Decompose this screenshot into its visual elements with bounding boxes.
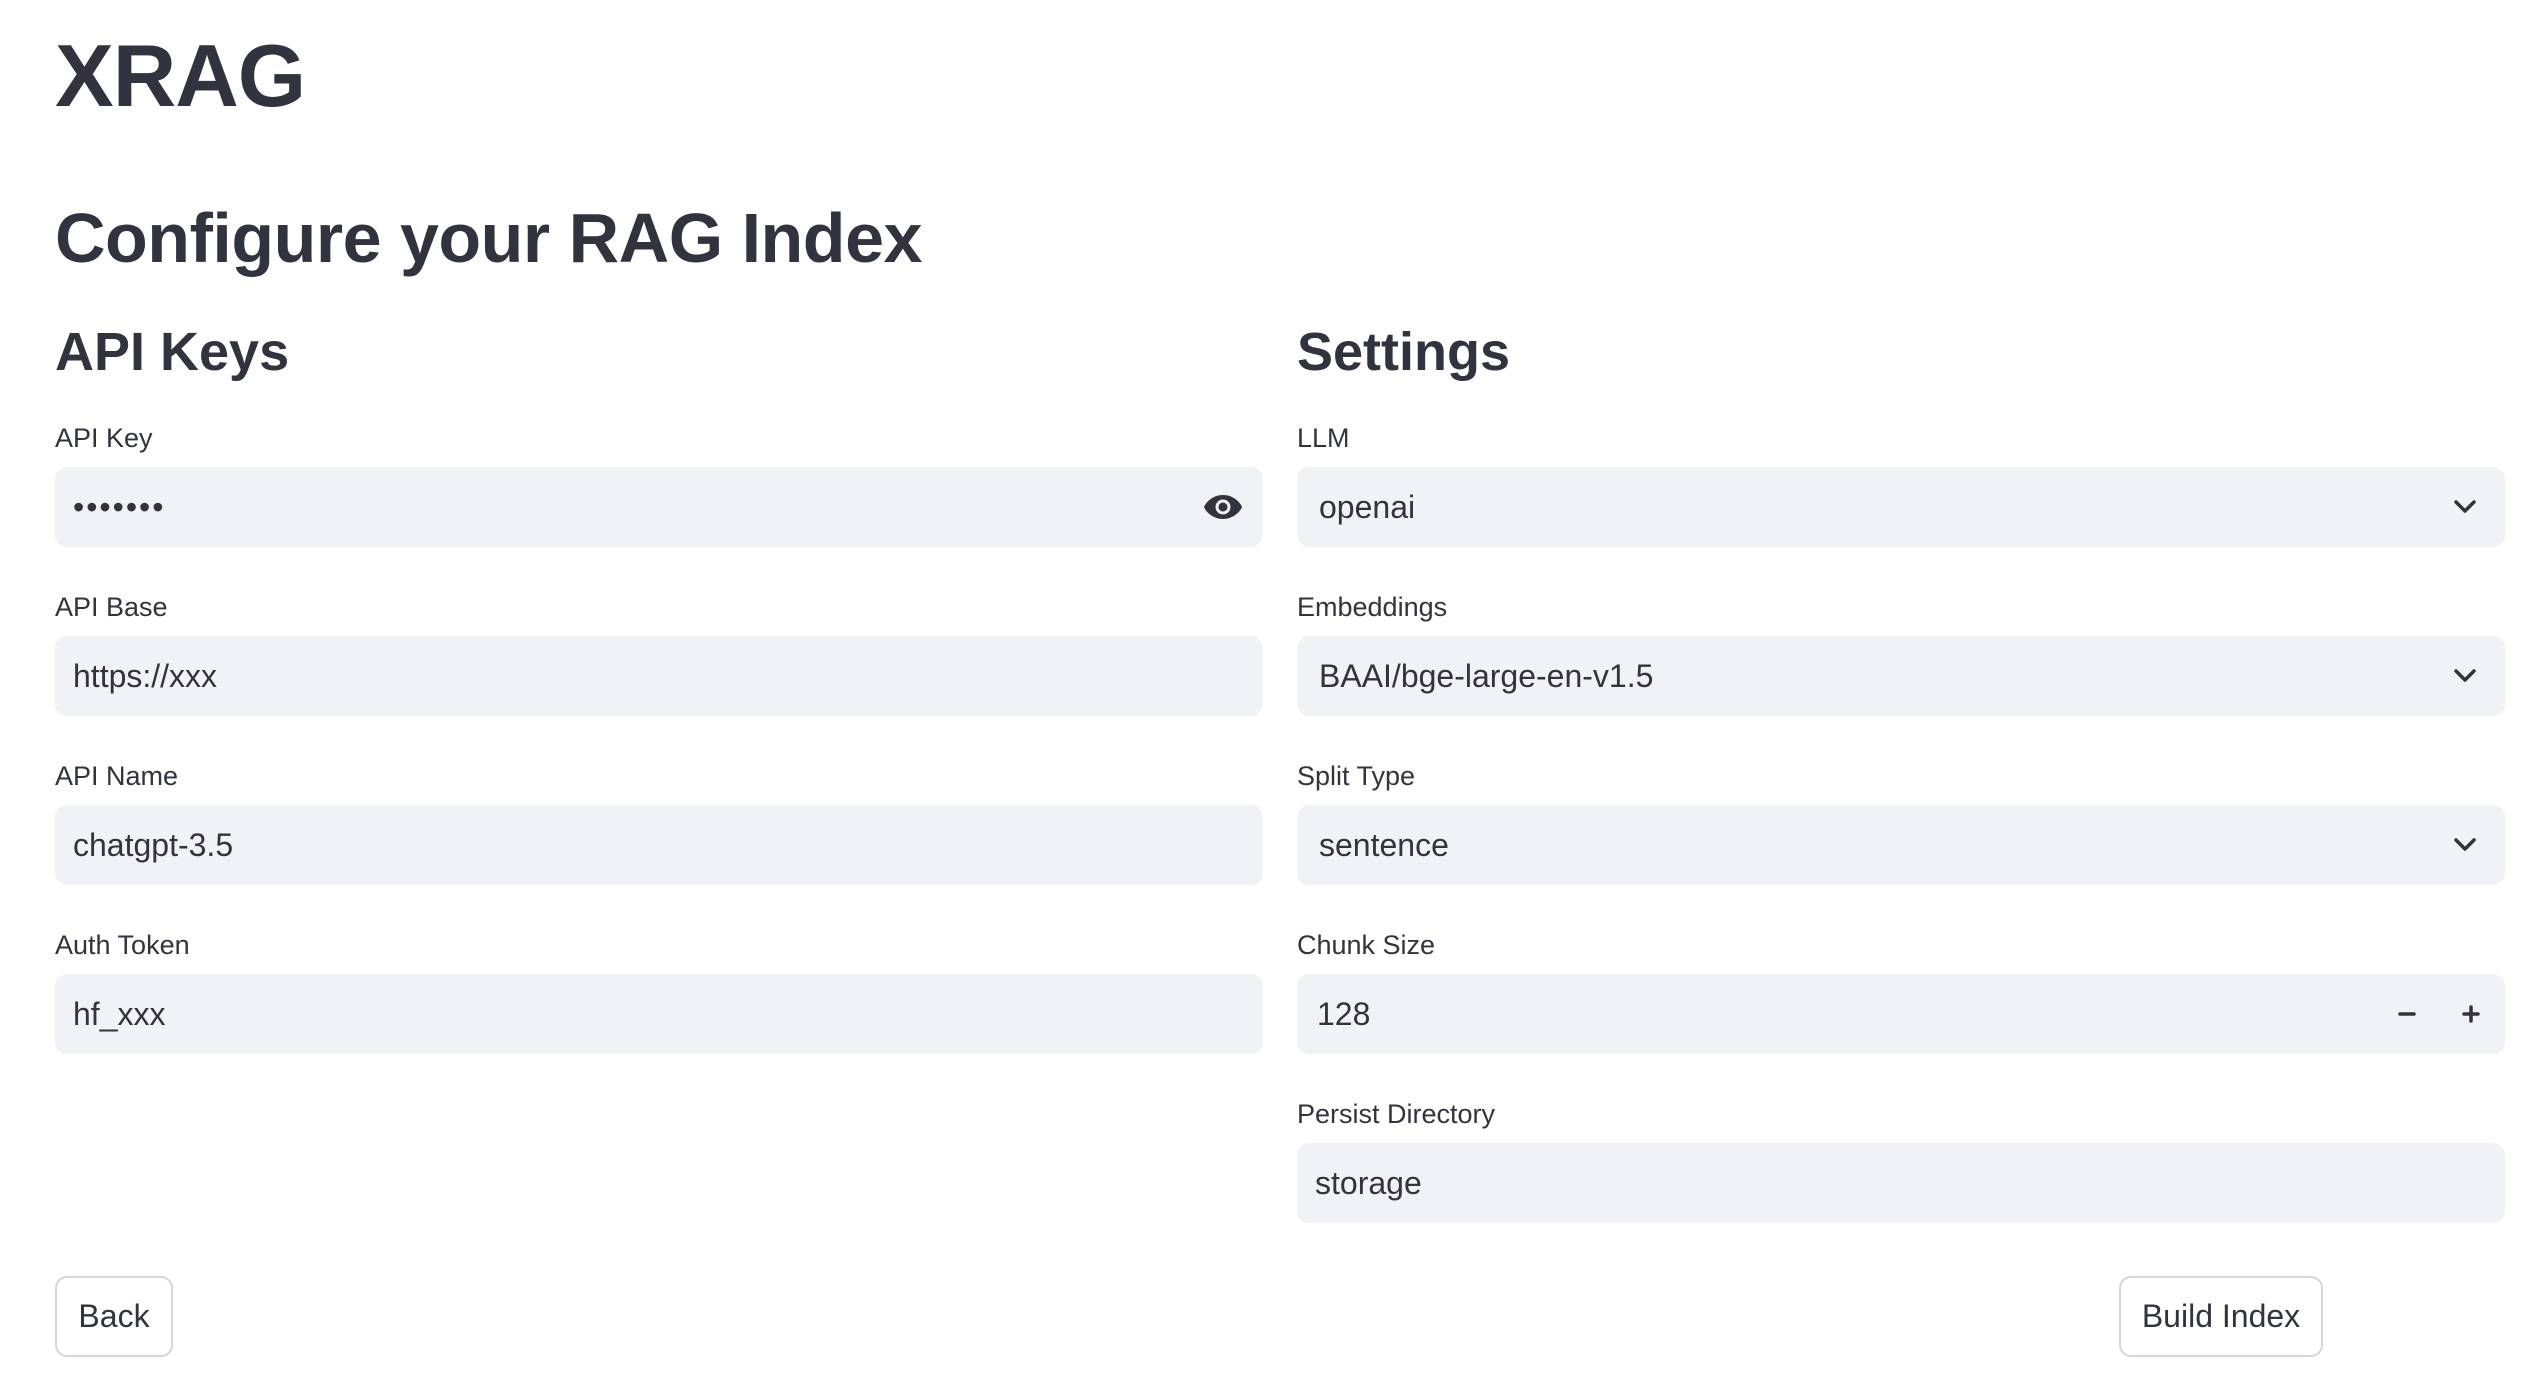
chunk-size-value: 128 [1317,995,1371,1032]
split-type-field: Split Type sentence [1297,758,2505,927]
chunk-size-field: Chunk Size 128 [1297,927,2505,1096]
api-base-label: API Base [55,592,168,622]
embeddings-select[interactable]: BAAI/bge-large-en-v1.5 [1297,636,2505,716]
minus-icon [2398,1012,2416,1016]
page-title: Configure your RAG Index [55,199,922,277]
persist-directory-label: Persist Directory [1297,1099,1496,1129]
api-key-value: ••••••• [73,488,166,525]
auth-token-field: Auth Token hf_xxx [55,927,1263,1096]
llm-label: LLM [1297,423,1350,453]
api-name-field: API Name chatgpt-3.5 [55,758,1263,927]
back-button[interactable]: Back [55,1276,173,1357]
api-base-input[interactable]: https://xxx [55,636,1263,716]
api-base-field: API Base https://xxx [55,589,1263,758]
settings-heading: Settings [1297,322,1511,382]
embeddings-label: Embeddings [1297,592,1448,622]
build-index-button[interactable]: Build Index [2119,1276,2323,1357]
llm-value: openai [1319,488,1416,525]
decrement-button[interactable] [2375,974,2439,1054]
api-name-value: chatgpt-3.5 [73,826,234,863]
split-type-value: sentence [1319,826,1449,863]
api-name-input[interactable]: chatgpt-3.5 [55,805,1263,885]
split-type-label: Split Type [1297,761,1416,791]
increment-button[interactable] [2439,974,2503,1054]
plus-icon [2462,1005,2480,1023]
chunk-size-input[interactable]: 128 [1297,974,2505,1054]
eye-icon[interactable] [1183,467,1263,547]
chevron-down-icon [2425,636,2505,716]
auth-token-input[interactable]: hf_xxx [55,974,1263,1054]
auth-token-value: hf_xxx [73,995,166,1032]
llm-select[interactable]: openai [1297,467,2505,547]
api-base-value: https://xxx [73,657,218,694]
api-name-label: API Name [55,761,179,791]
api-key-input[interactable]: ••••••• [55,467,1263,547]
embeddings-value: BAAI/bge-large-en-v1.5 [1319,657,1654,694]
api-keys-section: API Keys API Key ••••••• API Base https:… [55,320,1263,1096]
app-title: XRAG [55,26,306,125]
embeddings-field: Embeddings BAAI/bge-large-en-v1.5 [1297,589,2505,758]
auth-token-label: Auth Token [55,930,190,960]
api-keys-heading: API Keys [55,322,290,382]
split-type-select[interactable]: sentence [1297,805,2505,885]
api-key-label: API Key [55,423,153,453]
persist-directory-input[interactable]: storage [1297,1143,2505,1223]
persist-directory-value: storage [1315,1164,1422,1201]
persist-directory-field: Persist Directory storage [1297,1096,2505,1265]
llm-field: LLM openai [1297,420,2505,589]
chunk-size-label: Chunk Size [1297,930,1436,960]
chevron-down-icon [2425,805,2505,885]
chevron-down-icon [2425,467,2505,547]
api-key-field: API Key ••••••• [55,420,1263,589]
settings-section: Settings LLM openai Embeddings BAAI/bge-… [1297,320,2505,1265]
